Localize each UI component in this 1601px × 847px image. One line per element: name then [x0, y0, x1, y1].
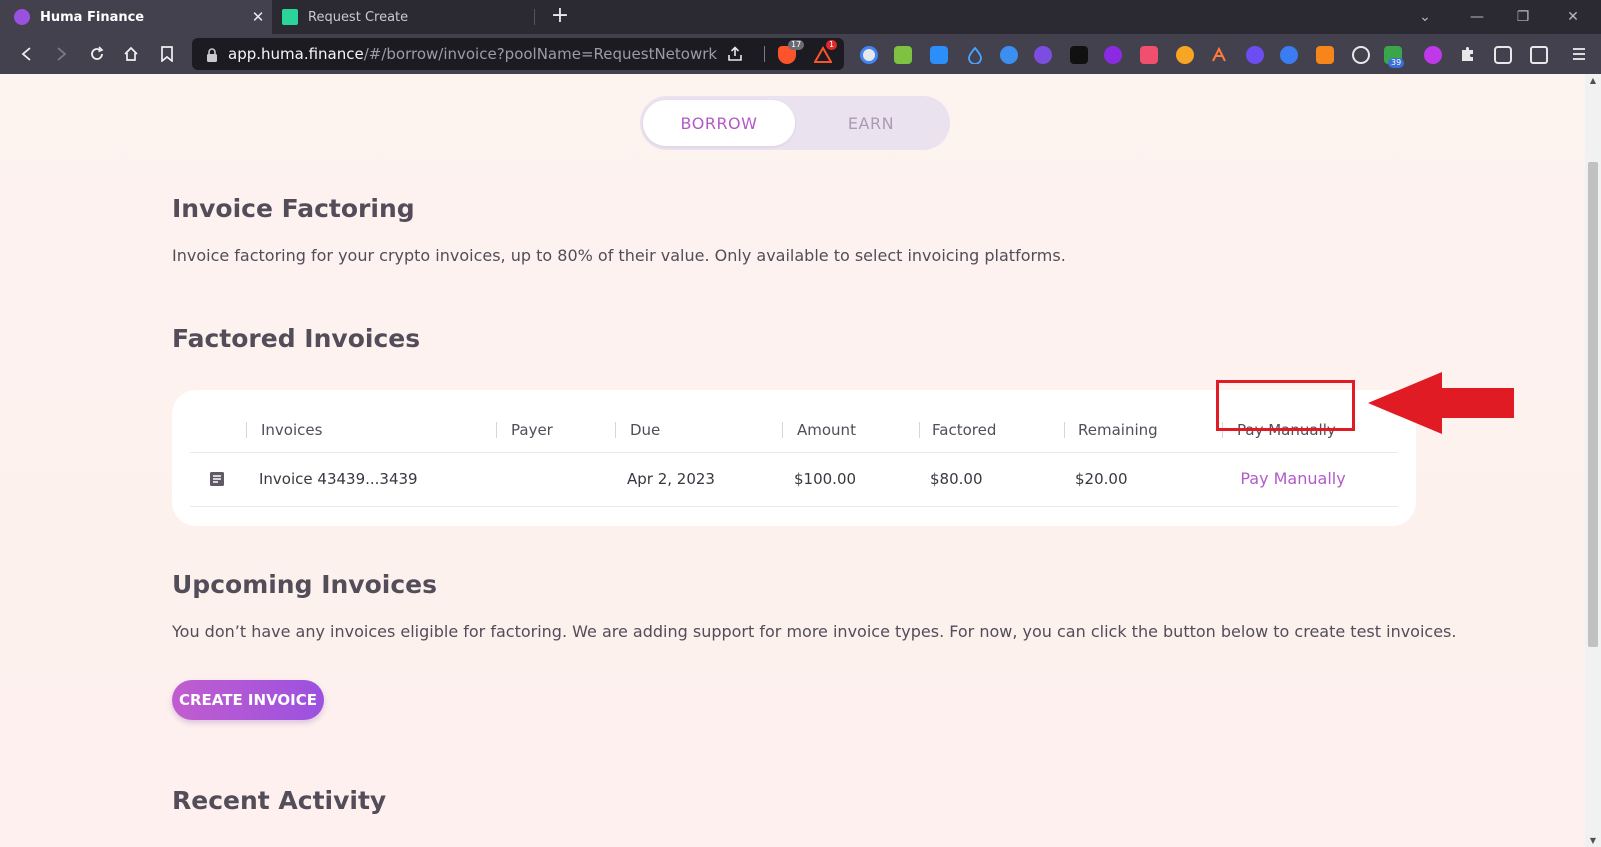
invoice-id-cell[interactable]: Invoice 43439...3439	[259, 452, 418, 506]
tab-title: Huma Finance	[40, 9, 145, 25]
page-content: BORROW EARN Invoice Factoring Invoice fa…	[0, 74, 1585, 847]
scrollbar-thumb[interactable]	[1588, 162, 1598, 647]
drop-extension-icon[interactable]	[966, 46, 984, 65]
tab-title: Request Create	[308, 9, 409, 25]
metamask-fox-icon[interactable]	[1316, 46, 1334, 64]
tab-request-create[interactable]: Request Create	[272, 0, 534, 34]
column-separator	[615, 422, 616, 438]
tab-list-chevron-icon[interactable]: ⌄	[1402, 0, 1448, 34]
figure-extension-icon[interactable]	[1176, 46, 1194, 64]
amount-cell: $100.00	[794, 470, 857, 488]
tab-separator	[534, 9, 535, 25]
invoice-factoring-title: Invoice Factoring	[172, 194, 415, 223]
grid-extension-icon[interactable]	[894, 46, 912, 64]
remaining-cell: $20.00	[1075, 470, 1128, 488]
close-window-icon[interactable]: ✕	[1550, 0, 1596, 34]
tab-huma-finance[interactable]: Huma Finance ✕	[0, 0, 272, 34]
scroll-down-icon[interactable]: ▼	[1585, 836, 1601, 845]
lock-icon	[206, 47, 218, 66]
factored-cell: $80.00	[930, 470, 983, 488]
ghost-extension-icon[interactable]	[1246, 46, 1264, 64]
url-text: app.huma.finance/#/borrow/invoice?poolNa…	[228, 38, 717, 70]
due-date-cell: Apr 2, 2023	[627, 470, 715, 488]
purple-extension-icon[interactable]	[1034, 46, 1052, 64]
page-scrollbar[interactable]: ▲ ▼	[1585, 74, 1601, 847]
column-header-amount: Amount	[797, 421, 856, 439]
browser-tab-bar: Huma Finance ✕ Request Create + ⌄ — ❐ ✕	[0, 0, 1601, 34]
url-path: /#/borrow/invoice?poolName=RequestNetowr…	[363, 45, 718, 63]
invoice-factoring-description: Invoice factoring for your crypto invoic…	[172, 246, 1066, 265]
wallet-icon[interactable]	[1530, 46, 1548, 64]
chrome-extension-icon[interactable]	[860, 46, 878, 64]
invoice-document-icon	[208, 470, 226, 488]
home-icon[interactable]	[118, 41, 144, 67]
column-separator	[919, 422, 920, 438]
column-header-remaining: Remaining	[1078, 421, 1158, 439]
huma-logo-icon	[14, 9, 30, 25]
earn-toggle-option[interactable]: EARN	[795, 100, 947, 146]
new-tab-plus-icon[interactable]: +	[548, 5, 572, 29]
snowflake-extension-icon[interactable]	[1070, 46, 1088, 64]
close-tab-icon[interactable]: ✕	[244, 8, 272, 26]
minimize-icon[interactable]: —	[1454, 0, 1500, 34]
restore-icon[interactable]: ❐	[1500, 0, 1546, 34]
annotation-arrow-icon	[1368, 372, 1514, 434]
column-header-payer: Payer	[511, 421, 553, 439]
chat-extension-icon[interactable]	[1280, 46, 1298, 64]
column-header-factored: Factored	[932, 421, 997, 439]
address-bar[interactable]: app.huma.finance/#/borrow/invoice?poolNa…	[192, 38, 844, 70]
url-host: app.huma.finance	[228, 45, 364, 63]
magnet-extension-icon[interactable]	[1104, 46, 1122, 64]
globe-extension-icon[interactable]	[1000, 46, 1018, 64]
k-extension-icon[interactable]	[930, 46, 948, 64]
url-separator	[764, 46, 765, 62]
annotation-highlight-box	[1216, 380, 1355, 431]
recent-activity-title: Recent Activity	[172, 786, 387, 815]
row-divider	[190, 506, 1398, 507]
column-separator	[246, 422, 247, 438]
sidebar-toggle-icon[interactable]	[1494, 46, 1512, 64]
create-invoice-button[interactable]: CREATE INVOICE	[172, 680, 324, 720]
borrow-earn-toggle: BORROW EARN	[640, 96, 950, 150]
column-header-invoices: Invoices	[261, 421, 323, 439]
pocket-extension-icon[interactable]	[1140, 46, 1158, 64]
shields-count-badge: 17	[788, 40, 805, 50]
bookmark-icon[interactable]	[154, 41, 180, 67]
scroll-up-icon[interactable]: ▲	[1585, 76, 1601, 85]
arrow-extension-icon[interactable]	[1210, 46, 1228, 64]
column-separator	[496, 422, 497, 438]
request-logo-icon	[282, 9, 298, 25]
share-icon[interactable]	[726, 45, 744, 67]
upcoming-invoices-description: You don’t have any invoices eligible for…	[172, 622, 1457, 641]
calendar-count-badge: 39	[1388, 58, 1405, 68]
borrow-toggle-option[interactable]: BORROW	[643, 100, 795, 146]
rewards-count-badge: 1	[826, 40, 838, 50]
column-separator	[1064, 422, 1065, 438]
column-header-due: Due	[630, 421, 661, 439]
puzzle-extensions-icon[interactable]	[1458, 46, 1476, 64]
reload-icon[interactable]	[84, 41, 110, 67]
upcoming-invoices-title: Upcoming Invoices	[172, 570, 438, 599]
pay-manually-button[interactable]: Pay Manually	[1238, 452, 1348, 506]
browser-nav-bar: app.huma.finance/#/borrow/invoice?poolNa…	[0, 34, 1601, 74]
x-extension-icon[interactable]	[1424, 46, 1442, 64]
menu-hamburger-icon[interactable]	[1566, 41, 1592, 67]
column-separator	[782, 422, 783, 438]
factored-invoices-title: Factored Invoices	[172, 324, 421, 353]
back-icon[interactable]	[14, 41, 40, 67]
gauge-extension-icon[interactable]	[1352, 46, 1370, 64]
forward-icon[interactable]	[48, 41, 74, 67]
